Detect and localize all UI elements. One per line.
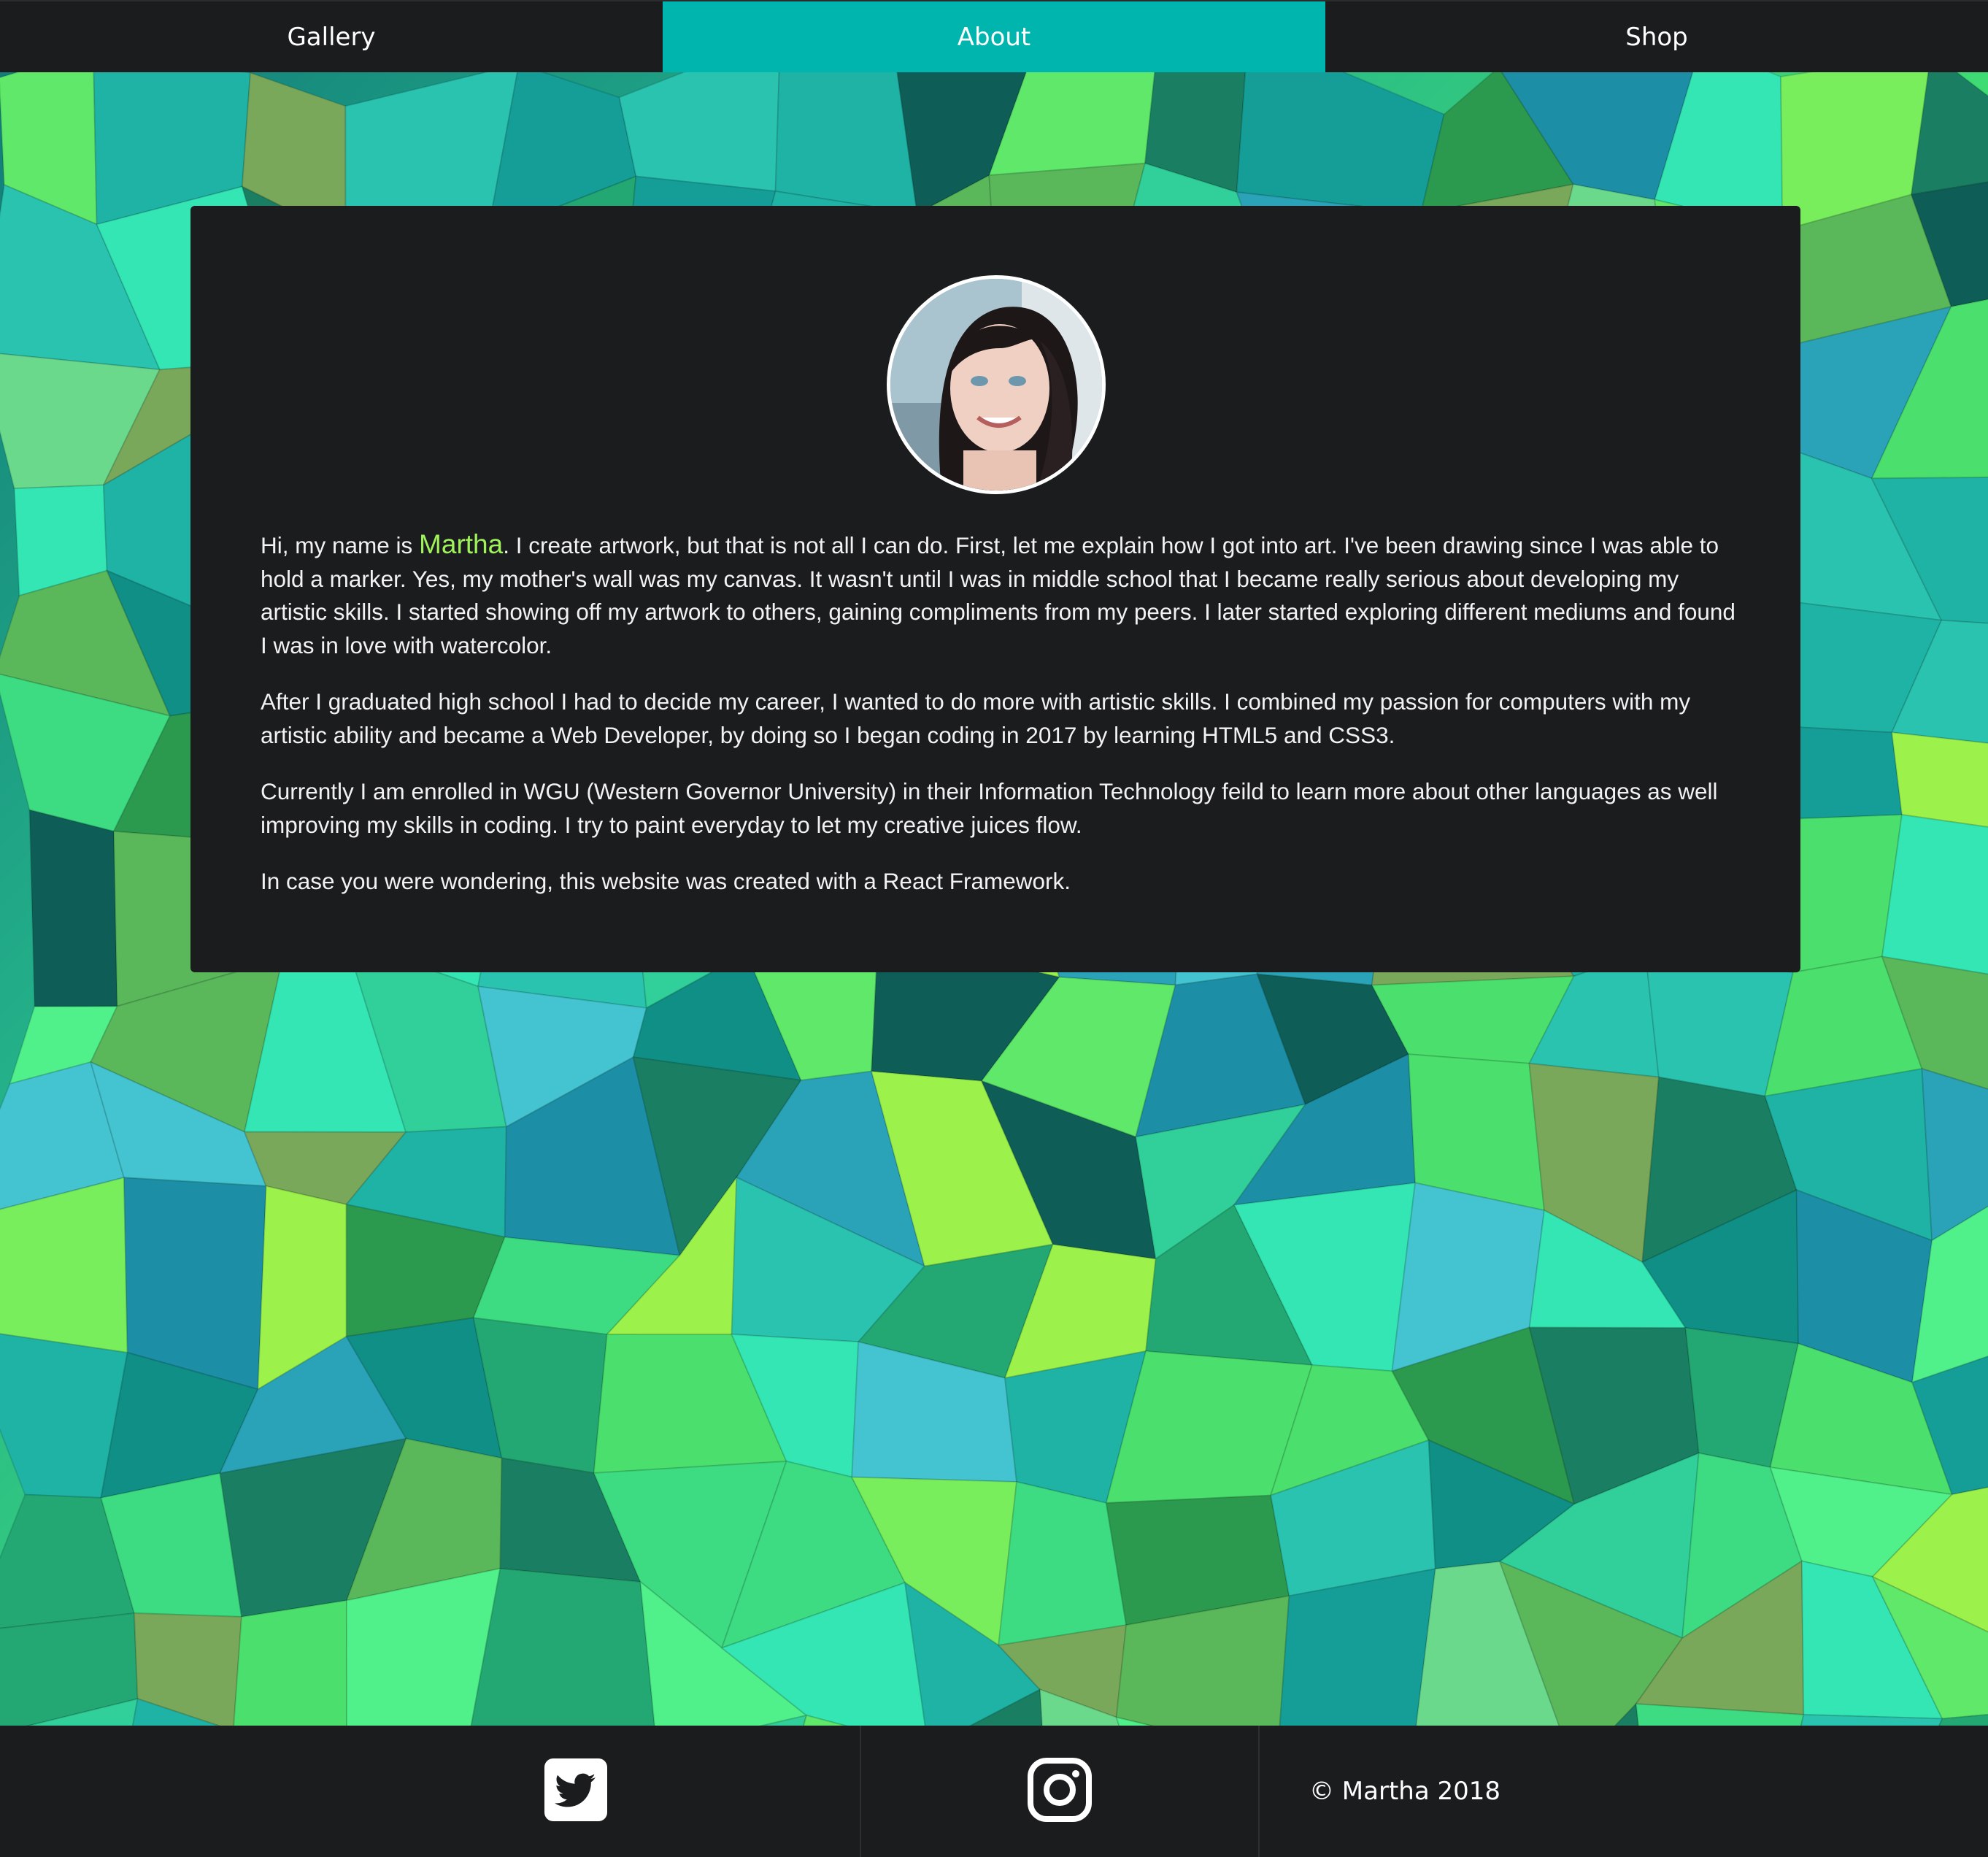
bio-paragraph-2: After I graduated high school I had to d… — [261, 688, 1691, 748]
instagram-icon — [1028, 1757, 1092, 1822]
twitter-icon — [544, 1758, 607, 1821]
tab-gallery[interactable]: Gallery — [0, 1, 663, 72]
intro-before: Hi, my name is — [261, 532, 420, 558]
mosaic-tile — [618, 72, 780, 193]
footer-copyright-cell: © Martha 2018 — [1260, 1726, 1988, 1857]
tab-about[interactable]: About — [663, 1, 1325, 72]
instagram-link[interactable] — [1027, 1757, 1093, 1826]
copyright-text: © Martha 2018 — [1309, 1777, 1501, 1806]
footer-instagram-cell — [861, 1726, 1260, 1857]
twitter-link[interactable] — [543, 1757, 609, 1826]
name-highlight: Martha — [419, 529, 504, 559]
mosaic-tile — [0, 1176, 128, 1354]
top-navigation: Gallery About Shop — [0, 0, 1988, 72]
mosaic-tile — [233, 1599, 348, 1726]
bio-text: Hi, my name is Martha. I create artwork,… — [261, 528, 1742, 922]
bio-paragraph-1: Hi, my name is Martha. I create artwork,… — [261, 528, 1742, 662]
footer-twitter-cell — [0, 1726, 861, 1857]
mosaic-tile — [1236, 72, 1445, 215]
mosaic-tile — [774, 72, 918, 215]
bio-paragraph-3: Currently I am enrolled in WGU (Western … — [261, 778, 1718, 838]
profile-photo — [890, 279, 1102, 491]
mosaic-tile — [28, 809, 118, 1007]
bio-paragraph-4: In case you were wondering, this website… — [261, 868, 1071, 894]
about-card: Hi, my name is Martha. I create artwork,… — [190, 206, 1800, 972]
footer: © Martha 2018 — [0, 1726, 1988, 1857]
profile-avatar — [887, 275, 1106, 494]
tab-shop[interactable]: Shop — [1325, 1, 1988, 72]
mosaic-tile — [470, 1567, 655, 1726]
